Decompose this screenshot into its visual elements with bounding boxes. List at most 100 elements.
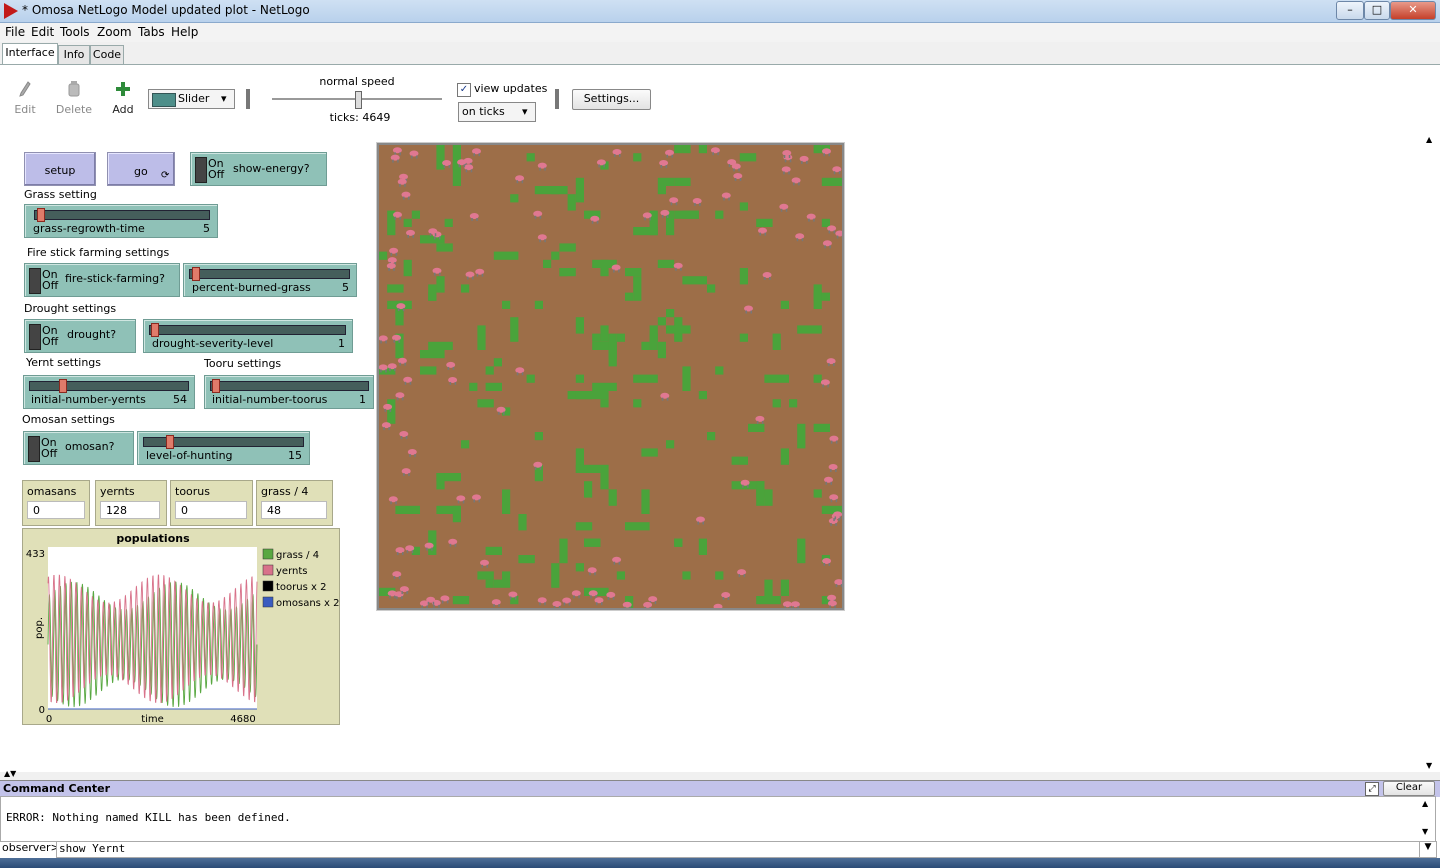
grass-patch: [780, 448, 789, 465]
observer-prompt[interactable]: observer>: [2, 841, 60, 854]
switch-knob[interactable]: [195, 157, 207, 183]
level-of-hunting-slider[interactable]: level-of-hunting 15: [137, 431, 310, 465]
switch-knob[interactable]: [29, 268, 41, 294]
monitor-yernts: yernts 128: [95, 480, 167, 526]
menu-file[interactable]: File: [5, 25, 25, 39]
command-output: ERROR: Nothing named KILL has been defin…: [0, 796, 1436, 842]
chevron-down-icon: ▾: [221, 92, 227, 105]
grass-regrowth-slider[interactable]: grass-regrowth-time 5: [24, 204, 218, 238]
menu-zoom[interactable]: Zoom: [97, 25, 132, 39]
monitor-value: 128: [100, 501, 160, 519]
grass-patch: [715, 210, 724, 219]
slider-track[interactable]: [210, 381, 369, 391]
grass-patch: [666, 325, 691, 334]
slider-thumb[interactable]: [192, 267, 201, 281]
slider-thumb[interactable]: [211, 379, 220, 393]
grass-patch: [461, 440, 470, 449]
switch-off-label: Off: [42, 279, 59, 292]
grass-patch: [608, 333, 617, 359]
update-mode-dropdown[interactable]: on ticks ▾: [458, 102, 536, 122]
minimize-button[interactable]: –: [1336, 1, 1364, 20]
setup-button[interactable]: setup: [24, 152, 96, 186]
menu-help[interactable]: Help: [171, 25, 198, 39]
close-button[interactable]: ✕: [1390, 1, 1436, 20]
monitor-label: grass / 4: [261, 485, 309, 498]
menu-tabs[interactable]: Tabs: [138, 25, 165, 39]
scroll-up-icon[interactable]: ▲: [1426, 135, 1432, 144]
tab-info[interactable]: Info: [58, 45, 90, 64]
grass-patch: [657, 341, 666, 359]
go-label: go: [134, 165, 148, 178]
grass-patch: [526, 374, 535, 383]
command-input[interactable]: show Yernt: [56, 841, 1420, 858]
speed-slider-thumb[interactable]: [355, 91, 362, 109]
grass-patch: [772, 399, 781, 408]
grass-patch: [420, 350, 445, 359]
splitter[interactable]: ▲▼: [0, 769, 1440, 780]
grass-patch: [633, 153, 642, 162]
grass-patch: [764, 489, 773, 506]
menu-tools[interactable]: Tools: [60, 25, 90, 39]
command-input-value: show Yernt: [59, 842, 126, 855]
y-tick-label: 0: [39, 705, 45, 716]
omosan-switch[interactable]: On Off omosan?: [23, 431, 134, 465]
show-energy-switch[interactable]: On Off show-energy?: [190, 152, 327, 186]
monitor-label: omasans: [27, 485, 77, 498]
scroll-down-icon[interactable]: ▼: [1422, 827, 1428, 836]
splitter-arrows-icon[interactable]: ▲▼: [4, 769, 16, 778]
tab-code[interactable]: Code: [90, 45, 124, 64]
drought-switch[interactable]: On Off drought?: [24, 319, 136, 353]
grass-patch: [813, 284, 822, 309]
grass-patch: [764, 374, 789, 383]
slider-track[interactable]: [189, 269, 350, 279]
slider-thumb[interactable]: [37, 208, 46, 222]
slider-track[interactable]: [149, 325, 346, 335]
slider-label: drought-severity-level: [152, 337, 274, 350]
grass-patch: [379, 251, 388, 260]
slider-widget-icon: [152, 93, 176, 107]
grass-patch: [789, 399, 798, 408]
view-updates-checkbox[interactable]: ✓: [457, 83, 471, 97]
canvas-scrollbar[interactable]: ▲ ▼: [1424, 133, 1436, 773]
maximize-button[interactable]: □: [1364, 1, 1390, 20]
slider-thumb[interactable]: [165, 435, 174, 449]
fire-stick-farming-switch[interactable]: On Off fire-stick-farming?: [24, 263, 180, 297]
go-button[interactable]: go ⟳: [107, 152, 175, 186]
taskbar: [0, 858, 1440, 868]
grass-patch: [682, 145, 691, 154]
scroll-up-icon[interactable]: ▲: [1422, 799, 1428, 808]
menu-edit[interactable]: Edit: [31, 25, 54, 39]
expand-icon[interactable]: ⤢: [1365, 782, 1379, 796]
grass-patch: [797, 538, 806, 564]
switch-off-label: Off: [41, 447, 58, 460]
history-dropdown-icon[interactable]: ▼: [1419, 841, 1437, 858]
grass-patch: [674, 145, 683, 154]
percent-burned-slider[interactable]: percent-burned-grass 5: [183, 263, 357, 297]
grass-patch: [657, 259, 675, 268]
switch-knob[interactable]: [28, 436, 40, 462]
initial-yernts-slider[interactable]: initial-number-yernts 54: [23, 375, 195, 409]
slider-thumb[interactable]: [150, 323, 159, 337]
grass-patch: [715, 571, 724, 580]
widget-type-dropdown[interactable]: Slider ▾: [148, 89, 235, 109]
initial-toorus-slider[interactable]: initial-number-toorus 1: [204, 375, 374, 409]
grass-patch: [575, 391, 584, 400]
tab-interface[interactable]: Interface: [2, 43, 58, 64]
legend-label: yernts: [276, 566, 307, 577]
output-line: ERROR: Nothing named KILL has been defin…: [6, 811, 291, 824]
slider-track[interactable]: [34, 210, 210, 220]
scroll-down-icon[interactable]: ▼: [1426, 761, 1432, 770]
slider-track[interactable]: [29, 381, 189, 391]
grass-patch: [526, 153, 535, 162]
drought-severity-slider[interactable]: drought-severity-level 1: [143, 319, 353, 353]
slider-thumb[interactable]: [59, 379, 68, 393]
settings-button[interactable]: Settings...: [572, 89, 651, 110]
grass-patch: [600, 399, 609, 408]
clear-button[interactable]: Clear: [1383, 781, 1435, 796]
world-view[interactable]: [377, 143, 847, 613]
monitor-value: 48: [261, 501, 327, 519]
grass-patch: [772, 333, 781, 350]
switch-knob[interactable]: [29, 324, 41, 350]
legend-swatch: [262, 580, 274, 592]
grass-patch: [584, 481, 593, 498]
